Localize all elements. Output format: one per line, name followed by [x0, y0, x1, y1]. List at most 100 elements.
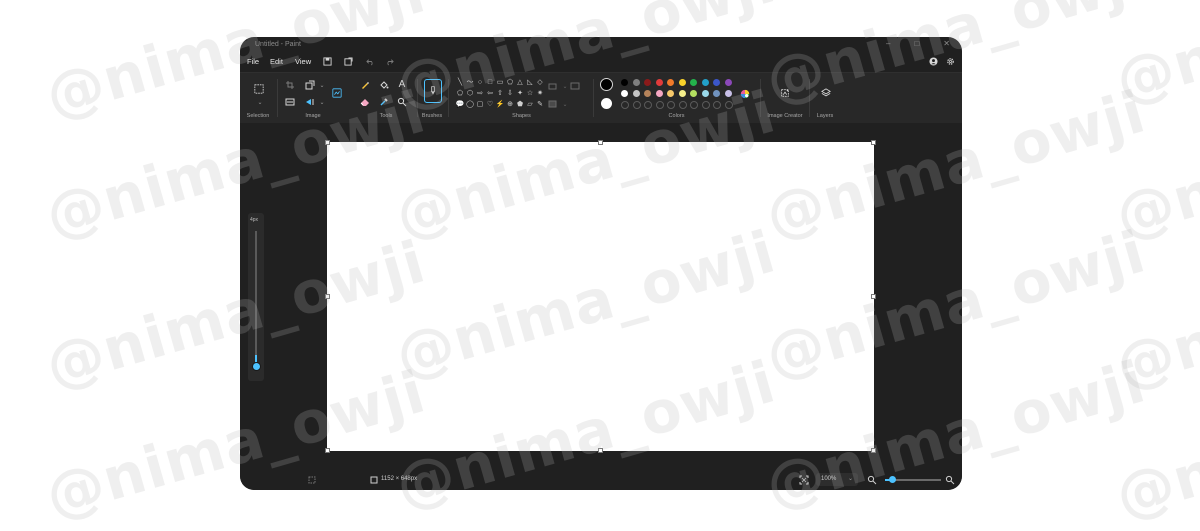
- color-swatch[interactable]: [621, 90, 628, 97]
- color-swatch[interactable]: [632, 90, 640, 97]
- color-swatch[interactable]: [690, 79, 697, 86]
- remove-background-icon[interactable]: [285, 97, 295, 107]
- shape-option[interactable]: ⬟: [515, 100, 525, 110]
- flip-dropdown-icon[interactable]: ⌄: [317, 97, 327, 107]
- maximize-button[interactable]: □: [914, 39, 919, 48]
- zoom-out-icon[interactable]: [867, 475, 877, 485]
- outline-icon[interactable]: [548, 81, 558, 91]
- shape-option[interactable]: 〜: [465, 78, 475, 88]
- crop-icon[interactable]: [285, 80, 295, 90]
- shape-option[interactable]: ◺: [525, 78, 535, 88]
- resize-handle[interactable]: [325, 140, 330, 145]
- resize-icon[interactable]: [305, 80, 315, 90]
- shape-option[interactable]: ◇: [535, 78, 545, 88]
- selection-icon[interactable]: [253, 83, 265, 95]
- rotate-dropdown-icon[interactable]: ⌄: [317, 80, 327, 90]
- color-swatch[interactable]: [644, 90, 651, 97]
- close-button[interactable]: ✕: [943, 39, 950, 48]
- resize-handle[interactable]: [871, 448, 876, 453]
- shape-option[interactable]: △: [515, 78, 525, 88]
- save-as-icon[interactable]: [342, 55, 354, 67]
- image-creator-icon[interactable]: [779, 87, 791, 99]
- color-swatch[interactable]: [644, 79, 651, 86]
- shape-option[interactable]: ✦: [515, 89, 525, 99]
- primary-color-swatch[interactable]: [600, 78, 613, 91]
- color-swatch[interactable]: [678, 79, 686, 86]
- menu-file[interactable]: File: [247, 57, 259, 66]
- shape-option[interactable]: 💬: [455, 100, 465, 110]
- color-swatch[interactable]: [701, 90, 709, 97]
- custom-color-slot[interactable]: [678, 101, 687, 109]
- color-picker-icon[interactable]: [379, 97, 389, 107]
- shape-option[interactable]: ⇩: [505, 89, 515, 99]
- image-select-icon[interactable]: [331, 87, 343, 99]
- brush-size-slider[interactable]: 4px: [248, 213, 264, 381]
- custom-color-slot[interactable]: [701, 101, 710, 109]
- color-swatch[interactable]: [713, 79, 720, 86]
- custom-color-slot[interactable]: [690, 101, 698, 109]
- custom-color-slot[interactable]: [667, 101, 675, 109]
- color-swatch[interactable]: [713, 90, 720, 97]
- shape-option[interactable]: ╲: [455, 78, 465, 88]
- resize-handle[interactable]: [871, 140, 876, 145]
- redo-icon[interactable]: [383, 55, 395, 67]
- settings-gear-icon[interactable]: [944, 55, 956, 67]
- text-tool-icon[interactable]: A: [397, 79, 407, 90]
- slider-thumb[interactable]: [252, 362, 261, 371]
- custom-color-slot[interactable]: [724, 101, 733, 109]
- eraser-icon[interactable]: [360, 97, 370, 107]
- magnifier-icon[interactable]: [397, 97, 407, 107]
- save-icon[interactable]: [321, 55, 333, 67]
- fit-to-window-icon[interactable]: [799, 475, 809, 485]
- fill-icon[interactable]: [548, 99, 558, 109]
- menu-edit[interactable]: Edit: [270, 57, 283, 66]
- secondary-color-swatch[interactable]: [601, 98, 612, 109]
- edit-colors-icon[interactable]: [739, 88, 751, 100]
- color-swatch[interactable]: [655, 90, 663, 97]
- resize-handle[interactable]: [325, 294, 330, 299]
- outline-dropdown-icon[interactable]: ⌄: [560, 81, 570, 91]
- flip-icon[interactable]: [305, 97, 315, 107]
- custom-color-slot[interactable]: [655, 101, 664, 109]
- shape-option[interactable]: ⬡: [465, 89, 475, 99]
- shape-option[interactable]: ⇧: [495, 89, 505, 99]
- color-swatch[interactable]: [667, 79, 674, 86]
- resize-handle[interactable]: [598, 140, 603, 145]
- shape-option[interactable]: ▭: [495, 78, 505, 88]
- minimize-button[interactable]: –: [886, 39, 890, 48]
- custom-color-slot[interactable]: [621, 101, 629, 109]
- zoom-in-icon[interactable]: [945, 475, 955, 485]
- color-swatch[interactable]: [655, 79, 663, 86]
- brush-icon[interactable]: [424, 79, 442, 103]
- drawing-canvas[interactable]: [325, 140, 876, 453]
- fill-bucket-icon[interactable]: [379, 80, 389, 90]
- menu-view[interactable]: View: [295, 57, 311, 66]
- color-swatch[interactable]: [724, 90, 732, 97]
- shape-option[interactable]: ♡: [485, 100, 495, 110]
- shape-option[interactable]: ⚡: [495, 100, 505, 110]
- fill-dropdown-icon[interactable]: ⌄: [560, 99, 570, 109]
- shape-option[interactable]: ⇨: [475, 89, 485, 99]
- color-swatch[interactable]: [667, 90, 674, 97]
- resize-handle[interactable]: [871, 294, 876, 299]
- resize-handle[interactable]: [598, 448, 603, 453]
- color-swatch[interactable]: [724, 79, 732, 86]
- undo-icon[interactable]: [364, 55, 376, 67]
- shape-option[interactable]: ✎: [535, 100, 545, 110]
- layers-icon[interactable]: [820, 87, 832, 99]
- shape-option[interactable]: □: [485, 78, 495, 88]
- color-swatch[interactable]: [690, 90, 697, 97]
- color-swatch[interactable]: [678, 90, 686, 97]
- color-swatch[interactable]: [632, 79, 640, 86]
- shape-option[interactable]: ▱: [525, 100, 535, 110]
- pencil-icon[interactable]: [360, 80, 370, 90]
- custom-color-slot[interactable]: [644, 101, 652, 109]
- zoom-slider-thumb[interactable]: [889, 476, 896, 483]
- custom-color-slot[interactable]: [632, 101, 641, 109]
- shape-option[interactable]: ⊕: [505, 100, 515, 110]
- zoom-level-dropdown[interactable]: 100% ⌄: [816, 473, 858, 486]
- shape-option[interactable]: ○: [475, 78, 485, 88]
- shape-option[interactable]: ⬠: [455, 89, 465, 99]
- shape-option[interactable]: ✷: [535, 89, 545, 99]
- color-swatch[interactable]: [701, 79, 709, 86]
